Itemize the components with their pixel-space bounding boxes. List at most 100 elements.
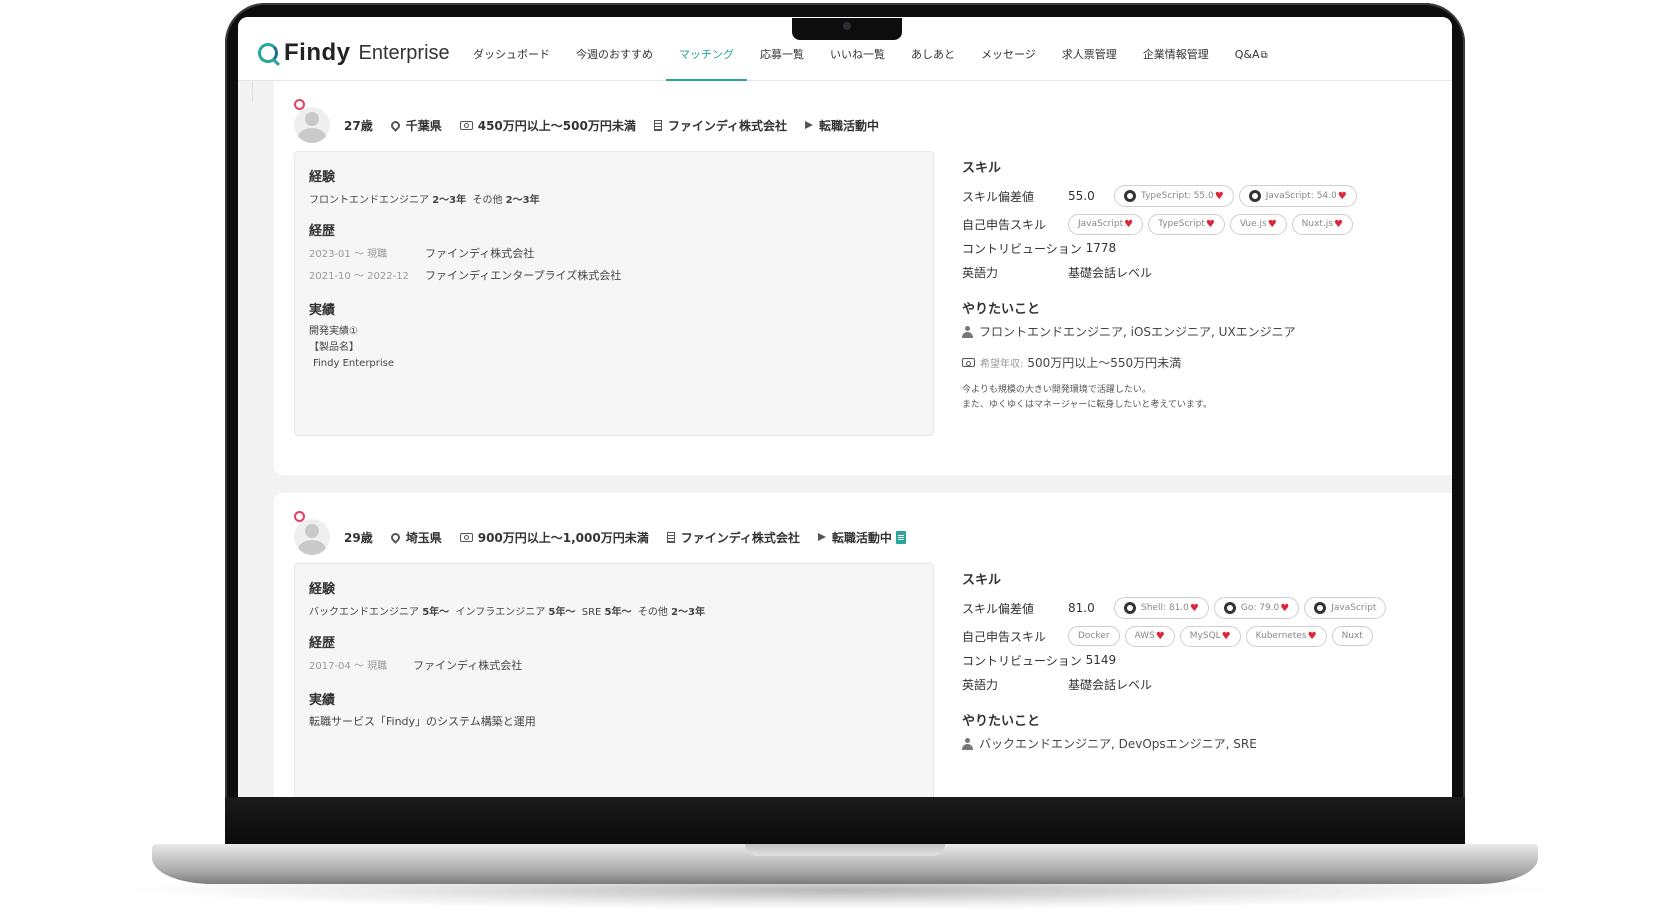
location-text: 千葉県: [405, 118, 442, 133]
experience-role: フロントエンドエンジニア: [309, 195, 429, 206]
skill-name: Go: 79.0: [1240, 603, 1280, 613]
experience-panel: 経験 フロントエンドエンジニア 2〜3年 その他 2〜3年 経歴 2023-01…: [294, 151, 934, 436]
self-skill-pill[interactable]: JavaScript ♥: [1068, 213, 1144, 235]
nav-job-postings[interactable]: 求人票管理: [1049, 17, 1130, 81]
contribution-row: コントリビューション 5149: [962, 648, 1452, 672]
heart-icon: ♥: [1205, 218, 1215, 230]
candidate-age: 27歳: [344, 118, 373, 133]
self-skill-pill[interactable]: Docker: [1068, 626, 1120, 646]
self-skills-label: 自己申告スキル: [962, 217, 1047, 232]
career-period: 2017-04 〜 現職: [309, 661, 388, 672]
notification-ring-icon: [294, 99, 305, 110]
building-icon: [666, 531, 675, 543]
salary-text: 450万円以上〜500万円未満: [477, 118, 636, 133]
skill-name: Vue.js: [1239, 219, 1267, 229]
matching-list: 27歳 千葉県 450万円以上〜500万円未満 ファインディ株式会社 転職活動中…: [238, 81, 1452, 797]
contribution-label: コントリビューション: [962, 653, 1082, 668]
experience-summary: バックエンドエンジニア 5年〜 インフラエンジニア 5年〜 SRE 5年〜 その…: [309, 603, 919, 618]
heart-icon: ♥: [1307, 630, 1317, 642]
github-icon: [1223, 602, 1236, 614]
skills-title: スキル: [962, 573, 1002, 588]
github-skill-pill[interactable]: Shell: 81.0 ♥: [1114, 597, 1209, 619]
skill-name: AWS: [1134, 631, 1155, 641]
experience-role: SRE: [581, 607, 602, 618]
skill-score-label: スキル偏差値: [962, 189, 1035, 204]
career-row: 2023-01 〜 現職 ファインディ株式会社: [309, 245, 919, 261]
github-icon: [1124, 190, 1136, 202]
github-skill-pill[interactable]: Go: 79.0 ♥: [1213, 597, 1300, 619]
salary-icon: [459, 120, 473, 130]
career-company: ファインディエンタープライズ株式会社: [425, 269, 622, 282]
skill-score-value: 55.0: [1068, 189, 1095, 203]
career-row: 2021-10 〜 2022-12 ファインディエンタープライズ株式会社: [309, 267, 919, 283]
github-icon: [1248, 190, 1261, 202]
skills-title: スキル: [962, 161, 1002, 176]
nav-qa[interactable]: Q&A⧉: [1222, 17, 1281, 81]
github-skill-pill[interactable]: JavaScript: 54.0 ♥: [1238, 185, 1357, 207]
self-skill-pill[interactable]: Kubernetes ♥: [1245, 625, 1327, 647]
app-screen: Findy Enterprise ダッシュボード 今週のおすすめ マッチング 応…: [238, 17, 1452, 797]
nav-company-info[interactable]: 企業情報管理: [1130, 17, 1222, 81]
logo-findy-text: Findy: [284, 39, 351, 66]
career-title: 経歴: [309, 224, 336, 239]
candidate-company: ファインディ株式会社: [653, 117, 787, 134]
achievements-title: 実績: [309, 693, 336, 708]
career-company: ファインディ株式会社: [413, 659, 523, 672]
career-period: 2023-01 〜 現職: [309, 249, 388, 260]
nav-messages[interactable]: メッセージ: [968, 17, 1049, 81]
self-skill-pill[interactable]: AWS ♥: [1124, 625, 1175, 647]
free-text-line: また、ゆくゆくはマネージャーに転身したいと考えています。: [962, 400, 1213, 410]
github-skill-pill[interactable]: JavaScript: [1304, 597, 1387, 619]
experience-years: 5年〜: [604, 607, 632, 618]
self-skills-label: 自己申告スキル: [962, 629, 1047, 644]
skill-score-row: スキル偏差値 55.0 TypeScript: 55.0 ♥ JavaScript…: [962, 184, 1452, 208]
english-label: 英語力: [962, 265, 999, 280]
findy-logo-icon: [258, 43, 278, 63]
english-value: 基礎会話レベル: [1068, 265, 1153, 280]
achievement-line: Findy Enterprise: [313, 358, 395, 369]
skill-name: Shell: 81.0: [1141, 603, 1189, 613]
github-skill-pill[interactable]: TypeScript: 55.0 ♥: [1114, 185, 1234, 207]
notification-ring-icon: [294, 511, 305, 522]
nav-weekly-recommend[interactable]: 今週のおすすめ: [563, 17, 666, 81]
wants-title: やりたいこと: [962, 302, 1041, 317]
self-skill-pill[interactable]: MySQL ♥: [1179, 625, 1241, 647]
english-label: 英語力: [962, 677, 999, 692]
experience-summary: フロントエンドエンジニア 2〜3年 その他 2〜3年: [309, 191, 919, 206]
nav-qa-label: Q&A: [1234, 48, 1260, 61]
nav-footprints[interactable]: あしあと: [898, 17, 968, 81]
self-skill-pill[interactable]: TypeScript ♥: [1148, 213, 1225, 235]
nav-dashboard[interactable]: ダッシュボード: [460, 17, 563, 81]
experience-title: 経験: [309, 582, 336, 597]
candidate-header: 29歳 埼玉県 900万円以上〜1,000万円未満 ファインディ株式会社 転職活…: [294, 511, 924, 557]
english-row: 英語力 基礎会話レベル: [962, 672, 1452, 696]
experience-role: インフラエンジニア: [455, 607, 546, 618]
self-skill-pill[interactable]: Nuxt: [1331, 626, 1373, 646]
company-text: ファインディ株式会社: [680, 530, 800, 545]
english-value: 基礎会話レベル: [1068, 677, 1153, 692]
skill-score-row: スキル偏差値 81.0 Shell: 81.0 ♥ Go: 79.0 ♥ JavaS…: [962, 596, 1452, 620]
candidate-card[interactable]: 29歳 埼玉県 900万円以上〜1,000万円未満 ファインディ株式会社 転職活…: [274, 493, 1452, 797]
salary-icon: [459, 532, 473, 542]
achievement-line: 転職サービス「Findy」のシステム構築と運用: [309, 715, 536, 728]
candidate-header: 27歳 千葉県 450万円以上〜500万円未満 ファインディ株式会社 転職活動中: [294, 99, 897, 145]
candidate-card[interactable]: 27歳 千葉県 450万円以上〜500万円未満 ファインディ株式会社 転職活動中…: [274, 81, 1452, 475]
achievement-line: 【製品名】: [309, 342, 359, 353]
findy-logo[interactable]: Findy Enterprise: [258, 39, 450, 67]
person-icon: [962, 325, 973, 338]
nav-matching[interactable]: マッチング: [666, 17, 747, 81]
career-title: 経歴: [309, 636, 336, 651]
experience-years: 5年〜: [548, 607, 576, 618]
location-text: 埼玉県: [405, 530, 442, 545]
heart-icon: ♥: [1280, 602, 1290, 614]
avatar: [294, 519, 330, 555]
experience-title: 経験: [309, 170, 336, 185]
free-text-line: 今よりも規模の大きい開発環境で活躍したい。: [962, 385, 1151, 395]
self-skill-pill[interactable]: Nuxt.js ♥: [1291, 213, 1353, 235]
wants-roles: バックエンドエンジニア, DevOpsエンジニア, SRE: [962, 735, 1452, 752]
experience-role: その他: [472, 195, 503, 206]
self-skill-pill[interactable]: Vue.js ♥: [1229, 213, 1287, 235]
resume-document-icon[interactable]: [895, 530, 906, 544]
contribution-value: 5149: [1085, 653, 1117, 667]
english-row: 英語力 基礎会話レベル: [962, 260, 1452, 284]
